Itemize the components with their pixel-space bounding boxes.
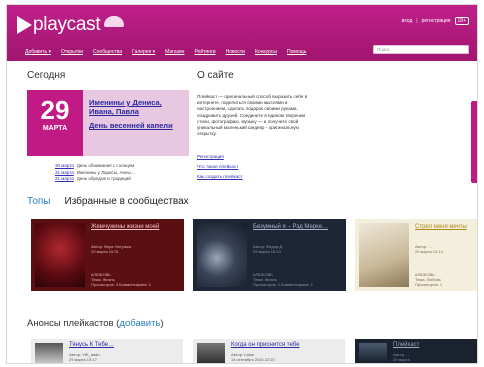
playcast-card[interactable]: Безумный я – Рэд Мерке… Автор: Федор-Д 2… (193, 219, 346, 291)
side-feedback-tab[interactable] (471, 101, 477, 183)
playcast-card[interactable]: Стрел меня мечты Автор: … 29 марта 13:14… (355, 219, 477, 291)
nav-contests[interactable]: Конкурсы (255, 49, 277, 55)
today-title: Сегодня (27, 70, 66, 81)
card-meta: Автор: Федор-Д 29 марта 15:24 (253, 244, 283, 254)
tab-featured[interactable]: Избранные в сообществах (65, 196, 189, 207)
card-title[interactable]: Стрел меня мечты (415, 224, 477, 231)
upcoming-events: 30 марта День обнимания с солнцем 31 мар… (55, 163, 195, 183)
card-meta: Автор: … 29 марта 13:14 (415, 244, 443, 254)
site-logo[interactable]: playcast (17, 14, 125, 36)
card-thumbnail[interactable] (197, 223, 247, 287)
month-label: МАРТА (42, 125, 68, 132)
how-to-create-link[interactable]: Как создать плейкаст (197, 172, 243, 182)
announcement-meta: Автор: Latus 14 сентября 2016 22:20 (231, 352, 275, 362)
day-number: 29 (40, 95, 70, 125)
announcement-meta: Автор: … 29 марта (393, 352, 411, 362)
card-tags: #ЛЮБОВЬ Тема: Любовь Просмотров: 1 (415, 272, 443, 287)
card-thumbnail[interactable] (359, 223, 409, 287)
nav-news[interactable]: Новости (226, 49, 245, 55)
age-badge: 18+ (454, 17, 469, 25)
card-title[interactable]: Жемчужины жизни моей (91, 224, 179, 231)
tab-top[interactable]: Топы (27, 196, 51, 207)
announcement-thumbnail[interactable] (359, 343, 387, 363)
event-date[interactable]: 31 марта (55, 176, 74, 183)
today-date-box: 29 МАРТА Именины у Дениса, Ивана, Павла … (27, 90, 189, 156)
event-item: 31 марта День обрядов и традиций (55, 176, 195, 183)
announcement-title[interactable]: Тянусь К Тебе… (69, 342, 114, 348)
day-links: Именины у Дениса, Ивана, Павла День весе… (89, 98, 185, 130)
event-text: День обрядов и традиций (76, 176, 131, 181)
about-text: Плейкаст — оригинальный способ выразить … (197, 94, 308, 137)
nav-help[interactable]: Помощь (287, 49, 306, 55)
nav-add[interactable]: Добавить ▾ (25, 49, 51, 55)
hat-icon (104, 15, 125, 27)
logo-text: playcast (33, 14, 101, 35)
announcement-thumbnail[interactable] (197, 343, 225, 363)
announcements-title: Анонсы плейкастов (добавить) (27, 318, 164, 329)
about-links: Регистрация Что такое плейкаст Как созда… (197, 152, 243, 182)
card-tags: #ЛЮБОВЬ Тема: Жизнь Просмотров: 1 Коммен… (253, 272, 313, 287)
announcement-title[interactable]: Плейкаст (393, 342, 419, 348)
search-input[interactable]: Поиск (373, 45, 469, 54)
login-link[interactable]: вход (402, 18, 413, 24)
card-date: 29 марта 15:31 (91, 249, 119, 254)
announcement-title[interactable]: Когда он приснится тебе (231, 342, 299, 348)
nav-gallery[interactable]: Галерея ▾ (132, 49, 155, 55)
card-date: 29 марта 15:24 (253, 249, 281, 254)
nav-communities[interactable]: Сообщества (93, 49, 122, 55)
divider: | (416, 18, 418, 24)
content-tabs: Топы Избранные в сообществах (27, 196, 189, 207)
name-day-link[interactable]: Именины у Дениса, Ивана, Павла (89, 98, 185, 116)
nav-ratings[interactable]: Рейтинги (194, 49, 215, 55)
play-icon (17, 16, 32, 34)
playcast-card[interactable]: Жемчужины жизни моей Автор: Вера Уютушка… (31, 219, 184, 291)
register-link[interactable]: регистрация (422, 18, 451, 24)
announcement-meta: Автор: VIE_иван 29 марта 15:17 (69, 352, 100, 362)
announcement-item[interactable]: Тянусь К Тебе… Автор: VIE_иван 29 марта … (31, 339, 183, 363)
nav-shop[interactable]: Магазин (165, 49, 184, 55)
top-links: вход | регистрация 18+ (402, 17, 469, 25)
main-nav: Добавить ▾ Открытки Сообщества Галерея ▾… (25, 49, 306, 55)
card-title[interactable]: Безумный я – Рэд Мерке… (253, 224, 341, 231)
site-header: playcast вход | регистрация 18+ Добавить… (7, 5, 477, 61)
nav-cards[interactable]: Открытки (61, 49, 83, 55)
card-date: 29 марта 13:14 (415, 249, 443, 254)
announcement-thumbnail[interactable] (35, 343, 63, 363)
card-tags: #ЛЮБОВЬ Тема: Жизнь Просмотров: 3 Коммен… (91, 272, 151, 287)
what-is-playcast-link[interactable]: Что такое плейкаст (197, 162, 243, 172)
card-meta: Автор: Вера Уютушка 29 марта 15:31 (91, 244, 132, 254)
about-title: О сайте (197, 70, 234, 81)
register-link-about[interactable]: Регистрация (197, 152, 243, 162)
card-thumbnail[interactable] (35, 223, 85, 287)
calendar-day: 29 МАРТА (27, 90, 83, 156)
browser-frame: playcast вход | регистрация 18+ Добавить… (6, 4, 478, 364)
add-announcement-link[interactable]: добавить (119, 318, 160, 329)
announcement-item[interactable]: Плейкаст Автор: … 29 марта (355, 339, 477, 363)
holiday-link[interactable]: День весенней капели (89, 121, 185, 130)
announcement-item[interactable]: Когда он приснится тебе Автор: Latus 14 … (193, 339, 345, 363)
